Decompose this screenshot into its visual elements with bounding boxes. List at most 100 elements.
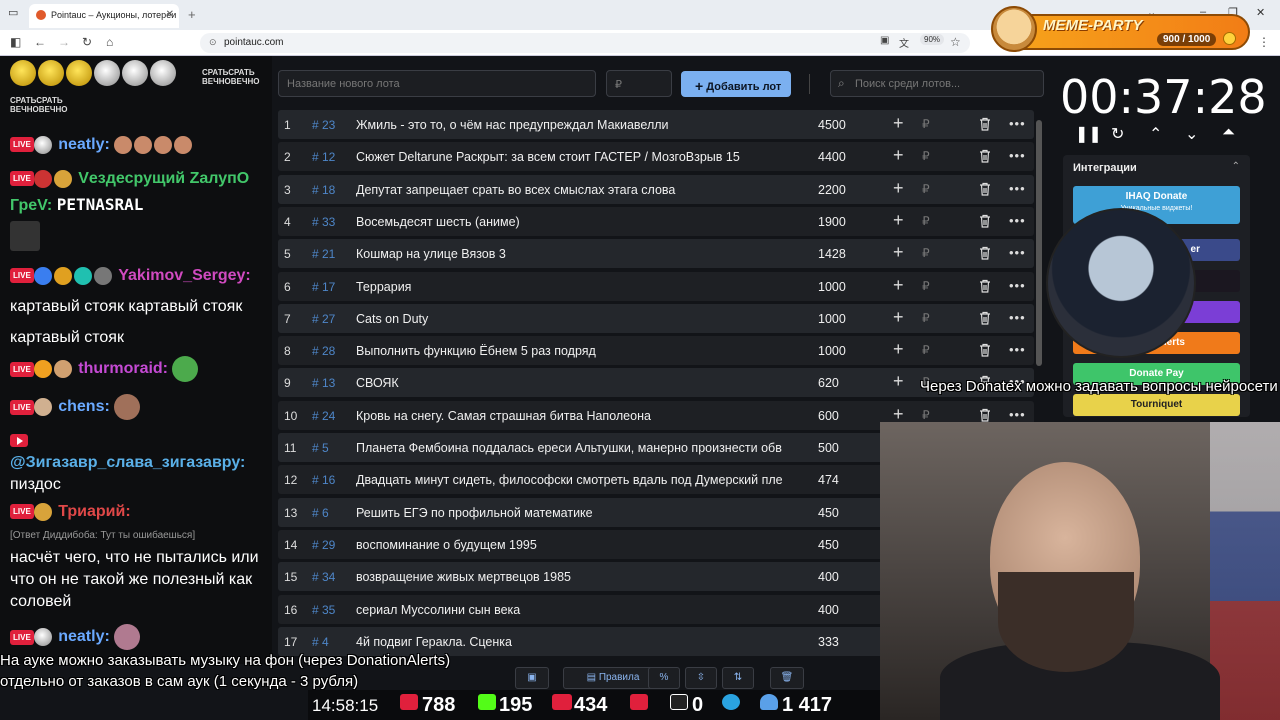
currency-icon[interactable]: ₽ [922, 149, 930, 163]
lot-amount[interactable]: 474 [818, 473, 839, 487]
lot-amount[interactable]: 400 [818, 603, 839, 617]
lot-amount[interactable]: 450 [818, 538, 839, 552]
currency-icon[interactable]: ₽ [922, 214, 930, 228]
tourniquet-button[interactable]: Tourniquet [1073, 394, 1240, 416]
save-icon[interactable]: ▣ [515, 667, 549, 689]
lot-name[interactable]: Депутат запрещает срать во всех смыслах … [356, 183, 790, 197]
lot-menu-icon[interactable]: ••• [1009, 342, 1026, 357]
double-up-icon[interactable]: ⏶ [1222, 124, 1235, 142]
lot-menu-icon[interactable]: ••• [1009, 407, 1026, 422]
lot-name[interactable]: СВОЯК [356, 376, 790, 390]
currency-icon[interactable]: ₽ [922, 343, 930, 357]
lot-amount[interactable]: 333 [818, 635, 839, 649]
currency-icon[interactable]: ₽ [922, 182, 930, 196]
lot-name[interactable]: Выполнить функцию Ёбнем 5 раз подряд [356, 344, 790, 358]
currency-icon[interactable]: ₽ [922, 311, 930, 325]
add-amount-icon[interactable]: + [893, 242, 904, 263]
lot-amount[interactable]: 2200 [818, 183, 846, 197]
lot-name[interactable]: Жмиль - это то, о чём нас предупреждал М… [356, 118, 790, 132]
tab-actions-icon[interactable]: ▭ [8, 6, 18, 19]
lot-menu-icon[interactable]: ••• [1009, 148, 1026, 163]
lot-name[interactable]: Кровь на снегу. Самая страшная битва Нап… [356, 409, 790, 423]
chevron-down-icon[interactable]: ⌄ [1185, 124, 1198, 144]
add-amount-icon[interactable]: + [893, 339, 904, 360]
collapse-icon[interactable]: ⌃ [1232, 161, 1240, 172]
lot-amount[interactable]: 620 [818, 376, 839, 390]
lot-menu-icon[interactable]: ••• [1009, 245, 1026, 260]
home-icon[interactable]: ⌂ [106, 35, 113, 49]
lot-amount[interactable]: 1000 [818, 312, 846, 326]
lot-amount[interactable]: 4400 [818, 150, 846, 164]
lot-amount[interactable]: 500 [818, 441, 839, 455]
lot-amount[interactable]: 400 [818, 570, 839, 584]
zoom-level[interactable]: 90% [920, 34, 945, 45]
new-tab-icon[interactable]: + [188, 7, 196, 22]
browser-tab[interactable]: Pointauc – Аукционы, лотереи ✕ [29, 4, 179, 28]
delete-lot-icon[interactable] [979, 279, 991, 293]
delete-lot-icon[interactable] [979, 311, 991, 325]
lot-amount[interactable]: 4500 [818, 118, 846, 132]
lot-amount[interactable]: 600 [818, 409, 839, 423]
lot-menu-icon[interactable]: ••• [1009, 181, 1026, 196]
currency-icon[interactable]: ₽ [922, 408, 930, 422]
currency-icon[interactable]: ₽ [922, 117, 930, 131]
lot-name[interactable]: Решить ЕГЭ по профильной математике [356, 506, 790, 520]
lot-name[interactable]: Двадцать минут сидеть, философски смотре… [356, 473, 790, 487]
delete-lot-icon[interactable] [979, 246, 991, 260]
lot-name[interactable]: Планета Фембоина поддалась ереси Альтушк… [356, 441, 790, 455]
lot-name[interactable]: возвращение живых мертвецов 1985 [356, 570, 790, 584]
add-amount-icon[interactable]: + [893, 145, 904, 166]
lot-name[interactable]: Восемьдесят шесть (аниме) [356, 215, 790, 229]
new-lot-amount-input[interactable]: ₽ [606, 70, 672, 97]
sidebar-toggle-icon[interactable]: ◧ [10, 35, 21, 49]
lot-menu-icon[interactable]: ••• [1009, 213, 1026, 228]
reset-timer-icon[interactable]: ↻ [1111, 124, 1124, 144]
delete-lot-icon[interactable] [979, 343, 991, 357]
browser-menu-icon[interactable]: ⋮ [1258, 35, 1270, 49]
lot-name[interactable]: Террария [356, 280, 790, 294]
lot-menu-icon[interactable]: ••• [1009, 116, 1026, 131]
sort-icon[interactable]: ⇅ [722, 667, 754, 689]
pause-icon[interactable]: ❚❚ [1075, 124, 1102, 144]
back-icon[interactable]: ← [34, 35, 46, 49]
add-amount-icon[interactable]: + [893, 307, 904, 328]
close-window-icon[interactable]: ✕ [1256, 6, 1265, 19]
lot-name[interactable]: Сюжет Deltarune Раскрыт: за всем стоит Г… [356, 150, 790, 164]
lot-amount[interactable]: 1428 [818, 247, 846, 261]
lot-name[interactable]: 4й подвиг Геракла. Сценка [356, 635, 790, 649]
add-amount-icon[interactable]: + [893, 210, 904, 231]
add-amount-icon[interactable]: + [893, 178, 904, 199]
clear-lots-icon[interactable]: 🗑 [770, 667, 804, 689]
chevron-up-icon[interactable]: ⌃ [1149, 124, 1162, 144]
delete-lot-icon[interactable] [979, 214, 991, 228]
delete-lot-icon[interactable] [979, 149, 991, 163]
forward-icon[interactable]: → [58, 35, 70, 49]
delete-lot-icon[interactable] [979, 117, 991, 131]
lot-amount[interactable]: 1900 [818, 215, 846, 229]
currency-icon[interactable]: ₽ [922, 279, 930, 293]
lot-menu-icon[interactable]: ••• [1009, 278, 1026, 293]
split-icon[interactable]: ⇳ [685, 667, 717, 689]
reader-mode-icon[interactable]: ▣ [880, 35, 889, 46]
lot-name[interactable]: сериал Муссолини сын века [356, 603, 790, 617]
add-amount-icon[interactable]: + [893, 275, 904, 296]
lot-name[interactable]: воспоминание о будущем 1995 [356, 538, 790, 552]
url-field[interactable]: ⊙ pointauc.com [200, 33, 970, 53]
close-tab-icon[interactable]: ✕ [166, 9, 174, 20]
lot-amount[interactable]: 1000 [818, 344, 846, 358]
site-info-icon[interactable]: ⊙ [209, 37, 217, 48]
lot-amount[interactable]: 1000 [818, 280, 846, 294]
lot-amount[interactable]: 450 [818, 506, 839, 520]
lot-search-input[interactable]: ⌕ Поиск среди лотов... [830, 70, 1044, 97]
add-lot-button[interactable]: + Добавить лот [681, 71, 791, 97]
reload-icon[interactable]: ↻ [82, 35, 92, 49]
lot-name[interactable]: Кошмар на улице Вязов 3 [356, 247, 790, 261]
add-amount-icon[interactable]: + [893, 371, 904, 392]
favorite-star-icon[interactable]: ☆ [950, 35, 961, 49]
lot-name[interactable]: Cats on Duty [356, 312, 790, 326]
delete-lot-icon[interactable] [979, 182, 991, 196]
add-amount-icon[interactable]: + [893, 113, 904, 134]
scrollbar[interactable] [1036, 120, 1042, 366]
currency-icon[interactable]: ₽ [922, 246, 930, 260]
new-lot-name-input[interactable]: Название нового лота [278, 70, 596, 97]
